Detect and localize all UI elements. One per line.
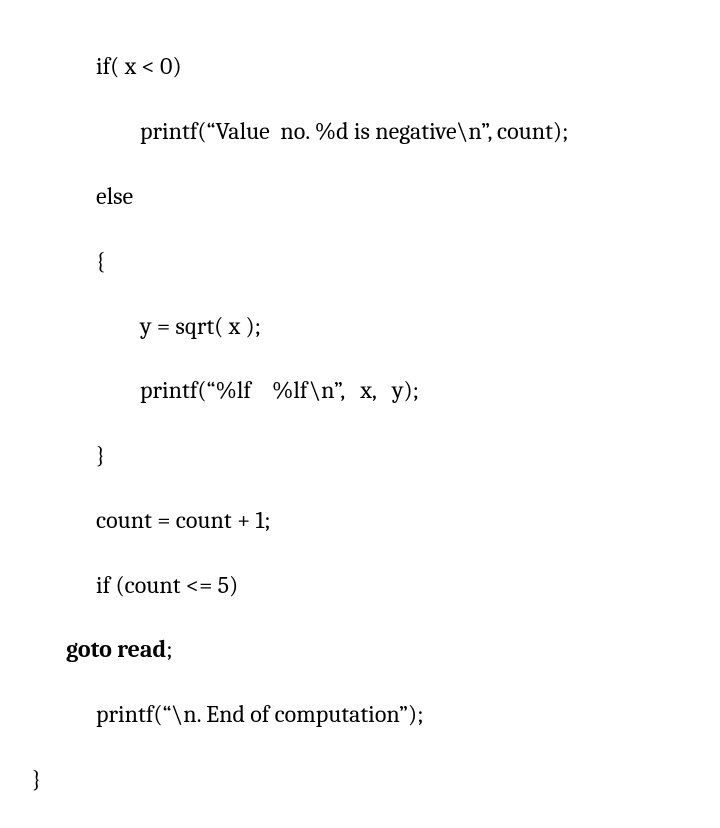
goto-keyword: goto read — [66, 635, 166, 663]
code-line: printf(“\n. End of computation”); — [0, 698, 720, 730]
code-line: if( x < 0) — [0, 50, 720, 82]
code-line: y = sqrt( x ); — [0, 310, 720, 342]
code-line: if (count <= 5) — [0, 569, 720, 601]
code-line: { — [0, 245, 720, 277]
code-line: else — [0, 180, 720, 212]
code-line: count = count + 1; — [0, 504, 720, 536]
code-line: printf(“Value no. %d is negative\n”, cou… — [0, 115, 720, 147]
code-line: goto read; — [0, 633, 720, 665]
code-text: ; — [166, 635, 172, 663]
code-block: if( x < 0) printf(“Value no. %d is negat… — [0, 0, 720, 828]
code-line: } — [0, 439, 720, 471]
code-line: } — [0, 763, 720, 795]
code-line: printf(“%lf %lf\n”, x, y); — [0, 374, 720, 406]
